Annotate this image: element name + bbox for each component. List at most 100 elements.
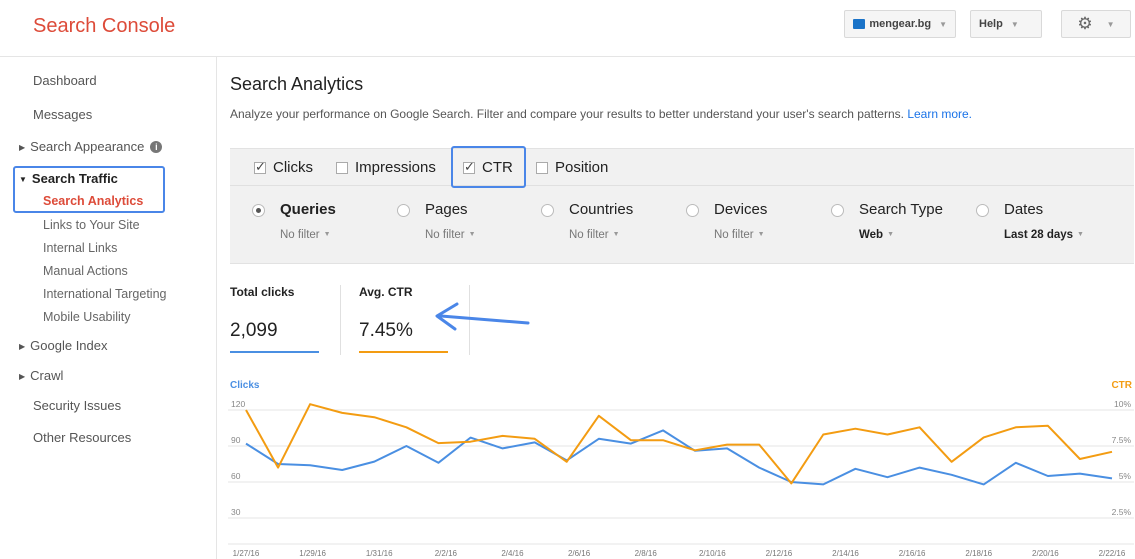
right-tick-label: 2.5% [1112, 507, 1132, 517]
x-tick-label: 1/31/16 [366, 549, 393, 558]
sidebar-item-dashboard[interactable]: Dashboard [33, 73, 97, 88]
sidebar-item-search-traffic[interactable]: ▼ Search Traffic [19, 171, 118, 186]
sidebar-item-security-issues[interactable]: Security Issues [33, 398, 121, 413]
sidebar-item-search-appearance[interactable]: ▶ Search Appearance i [19, 139, 163, 154]
queries-filter[interactable]: No filter ▼ [280, 229, 331, 241]
sidebar-item-label: Search Traffic [31, 171, 118, 186]
sidebar-item-label: Google Index [30, 338, 108, 353]
dimension-label: Pages [425, 201, 468, 218]
radio-icon [397, 204, 410, 217]
pages-filter[interactable]: No filter ▼ [425, 229, 476, 241]
gear-icon: ⚙ [1077, 14, 1093, 33]
sidebar-item-mobile-usability[interactable]: Mobile Usability [43, 310, 131, 324]
clicks-checkbox[interactable]: Clicks [254, 159, 313, 176]
left-axis-title: Clicks [230, 380, 260, 391]
right-axis-title: CTR [1111, 380, 1132, 391]
sidebar-item-crawl[interactable]: ▶ Crawl [19, 368, 63, 383]
chevron-down-icon: ▼ [468, 231, 476, 238]
info-icon[interactable]: i [150, 141, 163, 153]
sidebar-item-international-targeting[interactable]: International Targeting [43, 287, 166, 301]
ctr-indicator [359, 351, 448, 353]
avg-ctr-value: 7.45% [359, 320, 413, 341]
radio-icon [976, 204, 989, 217]
dimension-label: Countries [569, 201, 634, 218]
sidebar-item-internal-links[interactable]: Internal Links [43, 241, 117, 255]
sidebar-item-google-index[interactable]: ▶ Google Index [19, 338, 108, 353]
performance-chart[interactable]: Clicks CTR 120 10% 90 7.5% 60 5% 30 2.5% 1/27/16 1/… [228, 374, 1134, 558]
site-favicon-icon [853, 19, 866, 29]
filter-text: No filter [714, 229, 754, 241]
sidebar-item-other-resources[interactable]: Other Resources [33, 430, 131, 445]
impressions-checkbox[interactable]: Impressions [336, 159, 436, 176]
dates-filter[interactable]: Last 28 days ▼ [1004, 229, 1084, 241]
chevron-down-icon: ▼ [757, 231, 765, 238]
chevron-down-icon: ▼ [323, 231, 331, 238]
x-tick-label: 2/18/16 [965, 549, 992, 558]
right-tick-label: 10% [1114, 399, 1131, 409]
total-clicks-label: Total clicks [230, 285, 295, 299]
help-button[interactable]: Help ▼ [970, 10, 1042, 38]
x-tick-label: 2/14/16 [832, 549, 859, 558]
x-tick-label: 2/22/16 [1099, 549, 1126, 558]
top-bar: Search Console mengear.bg ▼ Help ▼ ⚙ ▼ [0, 0, 1135, 57]
annotation-arrow-icon [435, 302, 530, 331]
x-tick-label: 1/29/16 [299, 549, 326, 558]
total-clicks-value: 2,099 [230, 320, 278, 341]
page-title: Search Analytics [230, 74, 364, 94]
x-tick-label: 2/12/16 [766, 549, 793, 558]
filter-text: No filter [425, 229, 465, 241]
left-tick-label: 90 [231, 435, 241, 445]
radio-icon [252, 204, 265, 217]
triangle-down-icon: ▼ [19, 175, 27, 184]
countries-filter[interactable]: No filter ▼ [569, 229, 620, 241]
radio-icon [686, 204, 699, 217]
filter-text: No filter [280, 229, 320, 241]
sidebar-item-messages[interactable]: Messages [33, 107, 92, 122]
sidebar-item-manual-actions[interactable]: Manual Actions [43, 264, 128, 278]
total-clicks-card[interactable]: Total clicks 2,099 [230, 285, 319, 353]
ctr-series-line [245, 403, 1113, 485]
checkbox-icon [536, 161, 548, 174]
ctr-highlight [451, 146, 526, 188]
radio-icon [831, 204, 844, 217]
x-tick-label: 2/6/16 [568, 549, 591, 558]
position-checkbox[interactable]: Position [536, 159, 608, 176]
x-tick-label: 1/27/16 [233, 549, 260, 558]
left-tick-label: 30 [231, 507, 241, 517]
chevron-down-icon: ▼ [1010, 19, 1019, 29]
avg-ctr-card[interactable]: Avg. CTR 7.45% [359, 285, 448, 353]
checkbox-icon [254, 159, 266, 175]
checkbox-label: Position [555, 159, 609, 176]
chevron-down-icon: ▼ [939, 19, 947, 29]
sidebar-item-links-to-your-site[interactable]: Links to Your Site [43, 218, 140, 232]
x-tick-label: 2/2/16 [435, 549, 458, 558]
triangle-right-icon: ▶ [19, 342, 26, 351]
x-tick-label: 2/10/16 [699, 549, 726, 558]
checkbox-icon [336, 161, 348, 174]
checkbox-label: Clicks [273, 159, 313, 176]
filter-text: Web [859, 229, 884, 241]
devices-filter[interactable]: No filter ▼ [714, 229, 765, 241]
left-tick-label: 120 [231, 399, 245, 409]
checkbox-label: Impressions [355, 159, 436, 176]
right-tick-label: 7.5% [1112, 435, 1132, 445]
filter-panel: Clicks Impressions CTR Position Queries … [230, 146, 1134, 264]
sidebar-item-search-analytics[interactable]: Search Analytics [43, 194, 143, 208]
site-selector[interactable]: mengear.bg ▼ [844, 10, 956, 38]
search-type-filter[interactable]: Web ▼ [859, 229, 894, 241]
card-divider [340, 285, 341, 355]
chevron-down-icon: ▼ [612, 231, 620, 238]
brand-logo[interactable]: Search Console [33, 15, 175, 38]
learn-more-link[interactable]: Learn more. [907, 107, 972, 121]
avg-ctr-label: Avg. CTR [359, 285, 413, 299]
left-tick-label: 60 [231, 471, 241, 481]
sidebar-item-label: Search Appearance [30, 139, 145, 154]
sidebar: Dashboard Messages ▶ Search Appearance i ▼… [0, 57, 217, 559]
filter-text: No filter [569, 229, 609, 241]
dimension-label: Dates [1004, 201, 1044, 218]
settings-button[interactable]: ⚙ ▼ [1061, 10, 1131, 38]
dimension-label: Devices [714, 201, 768, 218]
description-text: Analyze your performance on Google Searc… [230, 107, 904, 121]
x-tick-label: 2/20/16 [1032, 549, 1059, 558]
right-tick-label: 5% [1119, 471, 1132, 481]
